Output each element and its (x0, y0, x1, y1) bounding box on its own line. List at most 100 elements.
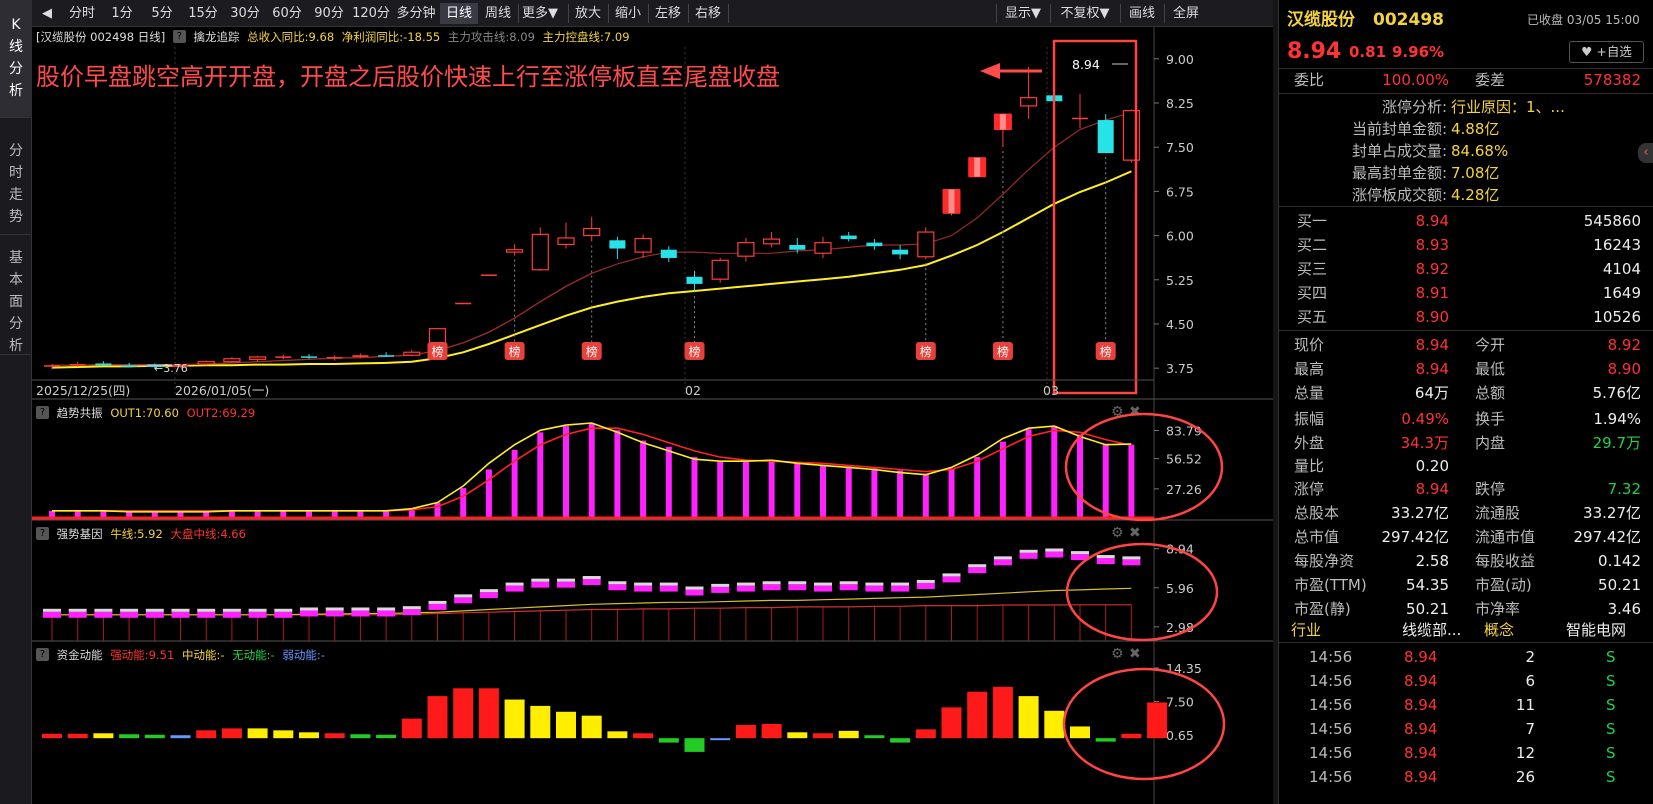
energy-bar (42, 733, 62, 739)
tool-0[interactable]: 放大 (568, 3, 608, 24)
tick-row[interactable]: 14:56 8.94 6 S (1279, 669, 1653, 693)
price-axis-label: 6.75 (1166, 184, 1194, 199)
stat-label: 流通市值 (1475, 528, 1536, 546)
trend-bar (383, 510, 390, 517)
trend-bar (794, 463, 801, 517)
period-7[interactable]: 120分 (350, 3, 392, 24)
bid-volume: 4104 (1602, 260, 1641, 278)
tab-char: K (11, 17, 21, 33)
tick-price: 8.94 (1404, 744, 1438, 762)
limit-up-value: 4.88亿 (1451, 120, 1500, 138)
add-favorite-button[interactable]: ♥ +自选 (1569, 41, 1644, 63)
stat-value: 7.32 (1607, 480, 1641, 498)
period-3[interactable]: 15分 (182, 3, 224, 24)
bid-volume: 16243 (1593, 236, 1641, 254)
gene-box-cap (248, 608, 267, 612)
trend-bar (614, 430, 621, 517)
stat-value: 54.35 (1406, 576, 1449, 594)
trend-bar (717, 461, 724, 517)
gene-box-cap (685, 586, 704, 590)
limit-up-value: 7.08亿 (1451, 164, 1500, 182)
bid-row[interactable]: 买五 8.90 10526 (1279, 305, 1653, 329)
tick-volume: 6 (1525, 672, 1535, 690)
market-status: 已收盘 03/05 15:00 (1527, 13, 1640, 27)
tick-row[interactable]: 14:56 8.94 11 S (1279, 693, 1653, 717)
toolbar-right-2[interactable]: 画线 (1122, 3, 1162, 24)
date-axis-label: 03 (1043, 383, 1059, 398)
period-0[interactable]: 分时 (62, 3, 102, 24)
gene-box-cap (479, 589, 498, 593)
last-price-label: 8.94 (1072, 57, 1100, 72)
candle-body (917, 231, 935, 258)
stat-row: 涨停 8.94 跌停 7.32 (1279, 477, 1653, 501)
stat-label: 总量 (1294, 384, 1325, 402)
period-5[interactable]: 60分 (266, 3, 308, 24)
stat-row: 总市值 297.42亿 流通市值 297.42亿 (1279, 525, 1653, 549)
period-9[interactable]: 日线 (440, 3, 478, 24)
tick-row[interactable]: 14:56 8.94 12 S (1279, 741, 1653, 765)
period-6[interactable]: 90分 (308, 3, 350, 24)
period-11[interactable]: 更多▼ (518, 3, 562, 24)
period-8[interactable]: 多分钟 (392, 3, 440, 24)
stat-value: 1.94% (1593, 410, 1641, 428)
bid-row[interactable]: 买二 8.93 16243 (1279, 233, 1653, 257)
stat-row: 市盈(TTM) 54.35 市盈(动) 50.21 (1279, 573, 1653, 597)
tool-3[interactable]: 右移 (688, 3, 728, 24)
kline-chart[interactable]: 9.00 8.25 7.50 6.75 6.00 5.25 4.50 3.75 榜 榜 榜 榜 榜 榜 榜 ←… (32, 27, 1273, 804)
period-2[interactable]: 5分 (142, 3, 182, 24)
ma-line-yellow (51, 170, 1132, 369)
stat-label: 振幅 (1294, 410, 1325, 428)
gene-box (325, 610, 344, 617)
tab-char: 面 (9, 294, 23, 310)
concept-value[interactable]: 智能电网 (1566, 618, 1626, 642)
tool-2[interactable]: 左移 (648, 3, 688, 24)
trend-bar (691, 457, 698, 517)
tab-kline-analysis[interactable]: K线分析 (0, 0, 32, 118)
stat-row: 总量 64万 总额 5.76亿 (1279, 381, 1653, 405)
gene-box-cap (274, 608, 293, 612)
limit-up-row[interactable]: 涨停板成交额: 4.28亿 (1279, 184, 1653, 206)
bid-row[interactable]: 买一 8.94 545860 (1279, 209, 1653, 233)
toolbar-right-3[interactable]: 全屏 (1166, 3, 1206, 24)
toolbar-right-0[interactable]: 显示▼ (998, 3, 1048, 24)
tool-1[interactable]: 缩小 (608, 3, 648, 24)
tick-row[interactable]: 14:56 8.94 7 S (1279, 717, 1653, 741)
gene-box-cap (222, 608, 241, 612)
tick-row[interactable]: 14:56 8.94 26 S (1279, 765, 1653, 789)
bid-price: 8.92 (1415, 260, 1449, 278)
energy-bar (915, 729, 936, 739)
trend-bar (768, 460, 775, 517)
stat-label: 总额 (1475, 384, 1506, 402)
period-10[interactable]: 周线 (478, 3, 518, 24)
tab-fundamental-analysis[interactable]: 基本面分析 (0, 235, 32, 355)
gene-box (1019, 552, 1038, 559)
industry-value[interactable]: 线缆部... (1402, 618, 1461, 642)
gene-box (865, 585, 884, 592)
energy-bar (1121, 733, 1142, 739)
energy-bar (761, 723, 782, 739)
gene-box (968, 567, 987, 574)
limit-up-row[interactable]: 当前封单金额: 4.88亿 (1279, 118, 1653, 140)
tab-char: 走 (9, 187, 23, 203)
limit-up-value: 84.68% (1451, 142, 1509, 160)
tab-intraday-trend[interactable]: 分时走势 (0, 118, 32, 235)
limit-up-row[interactable]: 封单占成交量: 84.68% (1279, 140, 1653, 162)
gene-box (788, 584, 807, 591)
toolbar-right-1[interactable]: 不复权▼ (1052, 3, 1118, 24)
energy-bar (247, 728, 268, 739)
period-1[interactable]: 1分 (102, 3, 142, 24)
stat-label: 每股净资 (1294, 552, 1355, 570)
gene-box (1096, 558, 1115, 565)
bid-row[interactable]: 买三 8.92 4104 (1279, 257, 1653, 281)
gene-box (557, 581, 575, 588)
back-arrow-icon[interactable]: ◀ (36, 3, 58, 24)
energy-bar (1095, 738, 1116, 742)
gene-box (300, 610, 318, 617)
period-4[interactable]: 30分 (224, 3, 266, 24)
limit-up-row[interactable]: 最高封单金额: 7.08亿 (1279, 162, 1653, 184)
bid-price: 8.91 (1415, 284, 1449, 302)
tick-row[interactable]: 14:56 8.94 2 S (1279, 645, 1653, 669)
limit-up-row[interactable]: 涨停分析: 行业原因：1、... (1279, 96, 1653, 118)
bid-row[interactable]: 买四 8.91 1649 (1279, 281, 1653, 305)
gene-box (891, 585, 910, 592)
